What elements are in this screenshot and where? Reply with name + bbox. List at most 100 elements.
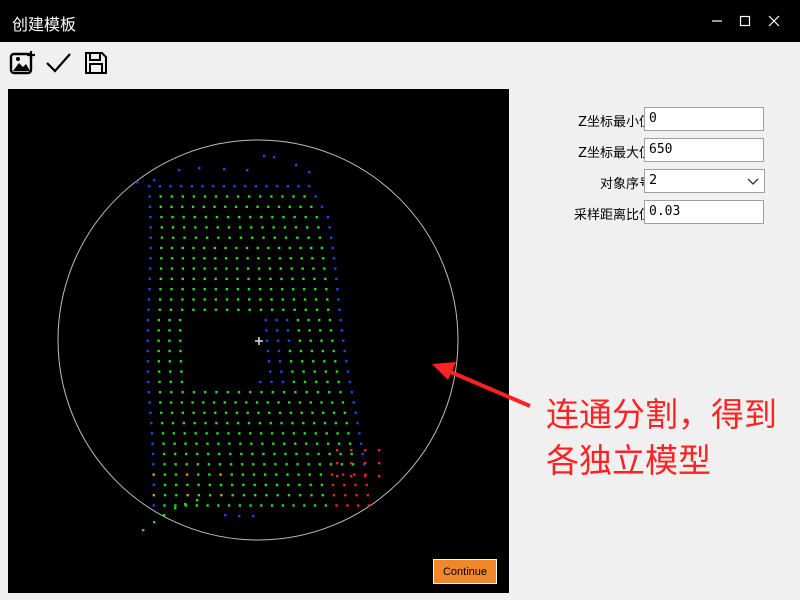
point	[275, 318, 278, 322]
point	[248, 195, 251, 198]
point-cloud-canvas[interactable]	[8, 89, 509, 593]
point	[231, 483, 234, 487]
point	[332, 411, 336, 414]
point	[170, 195, 173, 198]
point	[364, 449, 367, 452]
point	[240, 452, 243, 456]
point	[248, 308, 251, 311]
point	[234, 401, 237, 404]
point	[332, 257, 336, 260]
point	[320, 483, 324, 487]
point	[313, 277, 316, 281]
point	[287, 483, 290, 487]
point	[250, 226, 253, 229]
point	[160, 421, 164, 425]
z-min-input[interactable]: 0	[644, 107, 764, 131]
point	[294, 226, 298, 229]
point	[268, 257, 271, 260]
point	[182, 421, 186, 425]
add-image-button[interactable]	[8, 48, 38, 78]
point	[281, 432, 285, 435]
point	[346, 504, 349, 507]
point	[146, 329, 150, 332]
point	[242, 494, 246, 497]
point	[197, 483, 200, 487]
point	[302, 370, 305, 373]
point	[203, 298, 206, 301]
point	[147, 380, 150, 384]
point	[192, 308, 195, 311]
minimize-icon	[712, 20, 722, 22]
point	[342, 339, 345, 342]
point	[296, 463, 299, 466]
point	[159, 267, 163, 270]
point	[309, 483, 312, 487]
point	[280, 370, 283, 373]
point	[301, 360, 304, 363]
point	[280, 277, 283, 281]
z-max-input[interactable]: 650	[644, 138, 764, 162]
point	[255, 401, 259, 404]
point	[217, 236, 220, 239]
sample-ratio-input[interactable]: 0.03	[644, 200, 764, 224]
point	[299, 494, 302, 497]
point	[268, 411, 271, 414]
point	[227, 504, 231, 507]
point	[159, 205, 162, 208]
point	[203, 267, 206, 270]
point	[330, 473, 334, 476]
point	[202, 401, 205, 404]
point	[318, 318, 321, 322]
point	[270, 504, 274, 507]
point-cloud-viewport[interactable]: Continue	[8, 89, 509, 593]
save-button[interactable]	[81, 48, 111, 78]
point	[205, 226, 208, 229]
close-button[interactable]	[763, 10, 785, 32]
point	[146, 349, 149, 353]
point	[303, 195, 306, 198]
point	[302, 421, 305, 425]
point	[149, 246, 152, 250]
point	[246, 267, 250, 270]
point	[288, 401, 291, 404]
point	[286, 185, 290, 188]
point	[225, 195, 229, 198]
point	[237, 391, 241, 394]
point	[146, 370, 150, 373]
point	[252, 473, 256, 476]
point	[256, 246, 259, 250]
point	[153, 179, 156, 182]
point	[206, 504, 209, 507]
point	[328, 452, 331, 456]
point	[229, 463, 233, 466]
point	[215, 421, 218, 425]
point	[158, 298, 162, 301]
point	[203, 411, 206, 414]
point	[339, 391, 342, 394]
point	[148, 205, 152, 208]
point	[218, 452, 221, 456]
continue-button[interactable]: Continue	[433, 559, 497, 584]
maximize-button[interactable]	[734, 10, 756, 32]
minimize-button[interactable]	[706, 10, 728, 32]
point	[268, 267, 272, 270]
confirm-button[interactable]	[43, 48, 73, 78]
point	[315, 215, 318, 219]
point	[289, 257, 293, 260]
point	[324, 504, 328, 507]
point	[197, 494, 201, 497]
object-index-select[interactable]: 2	[644, 169, 765, 193]
point	[305, 442, 308, 445]
point	[192, 298, 195, 301]
point	[314, 288, 317, 291]
point	[285, 463, 288, 466]
point	[264, 483, 268, 487]
point	[282, 391, 286, 394]
point	[269, 370, 272, 373]
point	[181, 257, 185, 260]
point	[159, 195, 162, 198]
point	[225, 308, 229, 311]
point	[303, 288, 306, 291]
point	[258, 421, 262, 425]
point	[361, 452, 364, 456]
